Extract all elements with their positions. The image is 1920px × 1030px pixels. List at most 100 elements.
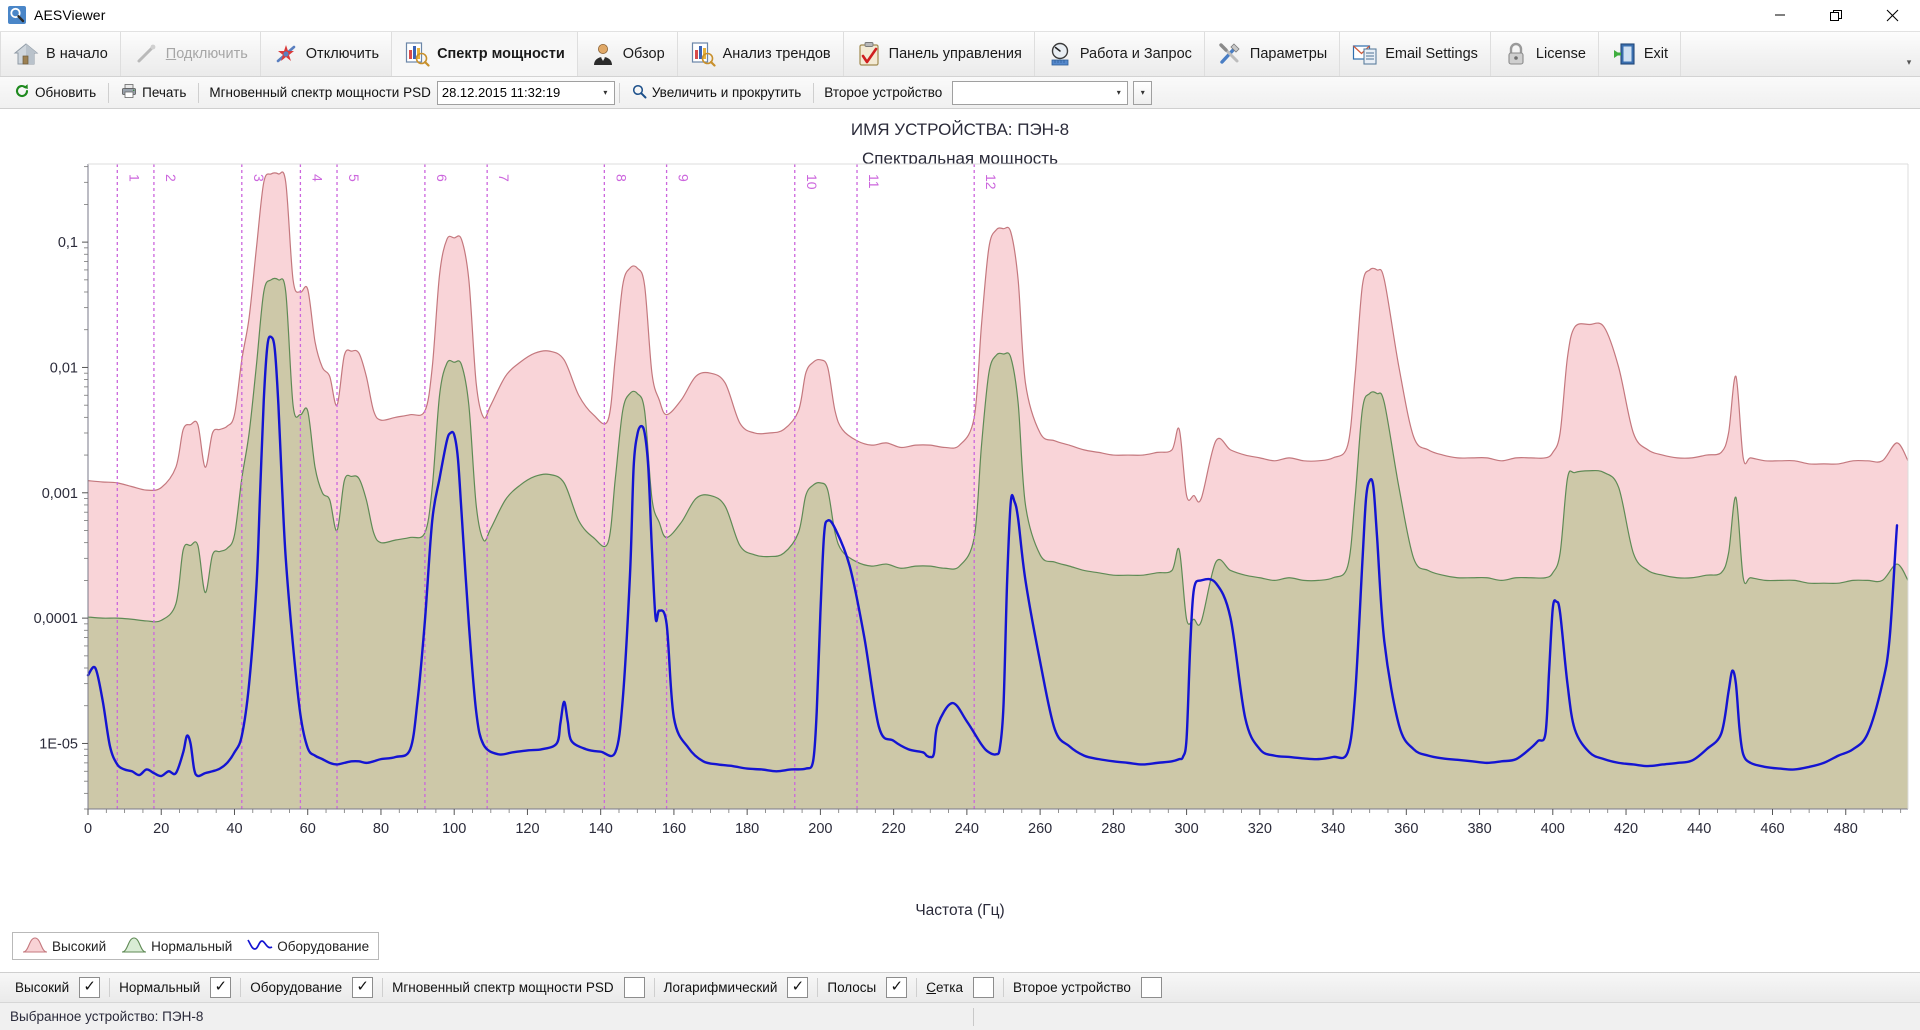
checkbox-normal[interactable]: ✓ [210,977,232,998]
checkbox-bands-label: Полосы [827,980,877,995]
second-device-combobox[interactable]: ▾ [952,80,1129,105]
ribbon-disconnect[interactable]: Отключить [261,32,393,76]
band-marker-label-8: 8 [613,174,629,182]
x-tick-label: 440 [1687,821,1711,837]
checkbox-equipment[interactable]: ✓ [352,977,374,998]
check-icon: ✓ [791,978,805,995]
ribbon-overflow-button[interactable]: ▾ [1898,32,1920,76]
maximize-button[interactable] [1808,0,1864,30]
timestamp-combobox[interactable]: 28.12.2015 11:32:19 ▾ [436,80,615,105]
band-marker-label-1: 1 [126,174,142,182]
legend-equipment-label: Оборудование [277,938,370,954]
minimize-button[interactable] [1752,0,1808,30]
secondary-toolbar: Обновить Печать Мгновенный спектр мощнос… [0,77,1920,109]
checkbox-second-device[interactable] [1140,977,1162,998]
x-tick-label: 20 [153,821,169,837]
options-checkbox-bar: Высокий ✓ Нормальный ✓ Оборудование ✓ Мгновенн… [0,972,1920,1002]
x-tick-label: 380 [1467,821,1491,837]
checkbox-grid-group: Сетка [917,977,1003,998]
toolbar-overflow-button[interactable]: ▾ [1133,80,1153,105]
checkbox-psd[interactable] [623,977,645,998]
toolbar-separator [198,82,200,103]
legend-high-label: Высокий [52,938,107,954]
zoom-scroll-button[interactable]: Увеличить и прокрутить [624,80,809,105]
ribbon-email-settings[interactable]: Email Settings [1340,32,1491,76]
toolbar-separator [813,82,815,103]
legend-normal-label: Нормальный [151,938,233,954]
checkbox-grid-label: Сетка [926,980,963,995]
application-window: AESViewer В начало Подключить Отключить Спе… [0,0,1920,1030]
status-separator [973,1007,975,1026]
ribbon-home[interactable]: В начало [0,32,121,76]
x-tick-label: 200 [808,821,832,837]
spectrum-plot[interactable]: 1 2 3 4 5 6 7 8 9 10 11 120,10,010,0010,00011E-050 2… [0,109,1920,909]
refresh-icon [14,83,30,102]
exit-door-icon [1611,41,1637,67]
ribbon-home-label: В начало [46,46,108,62]
ribbon-power-spectrum[interactable]: Спектр мощности [392,32,578,76]
ribbon-exit[interactable]: Exit [1599,32,1682,76]
ribbon-operation-query[interactable]: Работа и Запрос [1035,32,1205,76]
ribbon-connect-label: Подключить [165,46,248,62]
person-icon [590,41,616,67]
printer-icon [121,83,137,102]
checkbox-psd-group: Мгновенный спектр мощности PSD [383,977,653,998]
close-button[interactable] [1864,0,1920,30]
tools-icon [1217,41,1243,67]
checkbox-normal-group: Нормальный ✓ [110,977,240,998]
connect-icon [133,41,159,67]
ribbon-email-settings-label: Email Settings [1385,46,1478,62]
x-tick-label: 100 [442,821,466,837]
bar-chart-icon [404,41,430,67]
legend-high-swatch-icon [22,936,48,956]
status-text: Выбранное устройство: ПЭН-8 [10,1009,204,1024]
checkbox-high-group: Высокий ✓ [6,977,109,998]
ribbon-disconnect-label: Отключить [305,46,380,62]
x-tick-label: 140 [589,821,613,837]
chart-area[interactable]: ИМЯ УСТРОЙСТВА: ПЭН-8 Спектральная мощно… [0,109,1920,972]
check-icon: ✓ [83,978,96,995]
ribbon-trend-analysis-label: Анализ трендов [722,46,831,62]
checkbox-logarithmic[interactable]: ✓ [787,977,809,998]
ribbon-overview-label: Обзор [622,46,665,62]
x-tick-label: 460 [1760,821,1784,837]
refresh-button[interactable]: Обновить [6,80,104,105]
home-icon [13,41,39,67]
ribbon-license-label: License [1535,46,1586,62]
checkbox-high[interactable]: ✓ [79,977,101,998]
checkbox-bands-group: Полосы ✓ [818,977,916,998]
second-device-label: Второе устройство [824,85,943,100]
ribbon-license[interactable]: License [1491,32,1599,76]
checkbox-bands[interactable]: ✓ [886,977,908,998]
band-marker-label-5: 5 [346,174,362,182]
checkbox-equipment-group: Оборудование ✓ [241,977,382,998]
window-title: AESViewer [34,7,106,23]
checkbox-second-device-group: Второе устройство [1004,977,1171,998]
ribbon-trend-analysis[interactable]: Анализ трендов [678,32,844,76]
band-marker-label-2: 2 [163,174,179,182]
x-tick-label: 160 [662,821,686,837]
chevron-down-icon[interactable]: ▾ [597,83,614,103]
check-icon: ✓ [356,978,369,995]
band-marker-label-6: 6 [434,174,450,182]
print-button[interactable]: Печать [113,80,194,105]
chevron-down-icon[interactable]: ▾ [1110,83,1127,103]
ribbon-control-panel[interactable]: Панель управления [844,32,1035,76]
checkbox-equipment-label: Оборудование [250,980,343,995]
x-tick-label: 60 [300,821,316,837]
x-tick-label: 0 [84,821,92,837]
checkbox-grid[interactable] [972,977,994,998]
clipboard-icon [856,41,882,67]
band-marker-label-3: 3 [251,174,267,182]
toolbar-separator [108,82,110,103]
band-marker-label-11: 11 [866,174,882,189]
x-tick-label: 40 [226,821,242,837]
lock-icon [1503,41,1529,67]
legend-equipment: Оборудование [247,936,369,956]
ribbon-overview[interactable]: Обзор [578,32,678,76]
x-tick-label: 340 [1321,821,1345,837]
bar-chart-icon [690,41,716,67]
checkbox-normal-label: Нормальный [119,980,201,995]
envelope-icon [1352,41,1378,67]
ribbon-settings[interactable]: Параметры [1205,32,1341,76]
